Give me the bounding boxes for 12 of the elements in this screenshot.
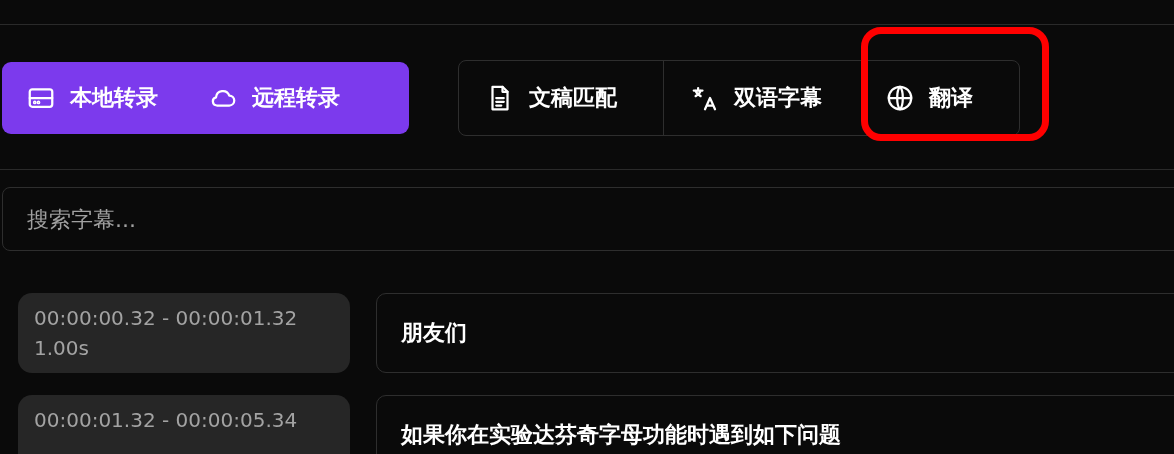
mode-button[interactable]: 远程转录 — [208, 83, 340, 113]
tool-button[interactable]: 双语字幕 — [664, 61, 859, 135]
subtitle-text-field[interactable]: 朋友们 — [376, 293, 1174, 373]
tool-button[interactable]: 文稿匹配 — [459, 61, 664, 135]
globe-icon — [885, 83, 915, 113]
time-range: 00:00:00.32 - 00:00:01.32 — [34, 305, 299, 332]
time-range: 00:00:01.32 - 00:00:05.34 — [34, 407, 299, 434]
subtitle-text-field[interactable]: 如果你在实验达芬奇字母功能时遇到如下问题 — [376, 395, 1174, 454]
mode-button[interactable]: 本地转录 — [26, 83, 158, 113]
search-field[interactable]: 搜索字幕... — [2, 187, 1174, 251]
tool-button[interactable]: 翻译 — [859, 61, 1019, 135]
duration-text: 1.00s — [34, 335, 90, 362]
